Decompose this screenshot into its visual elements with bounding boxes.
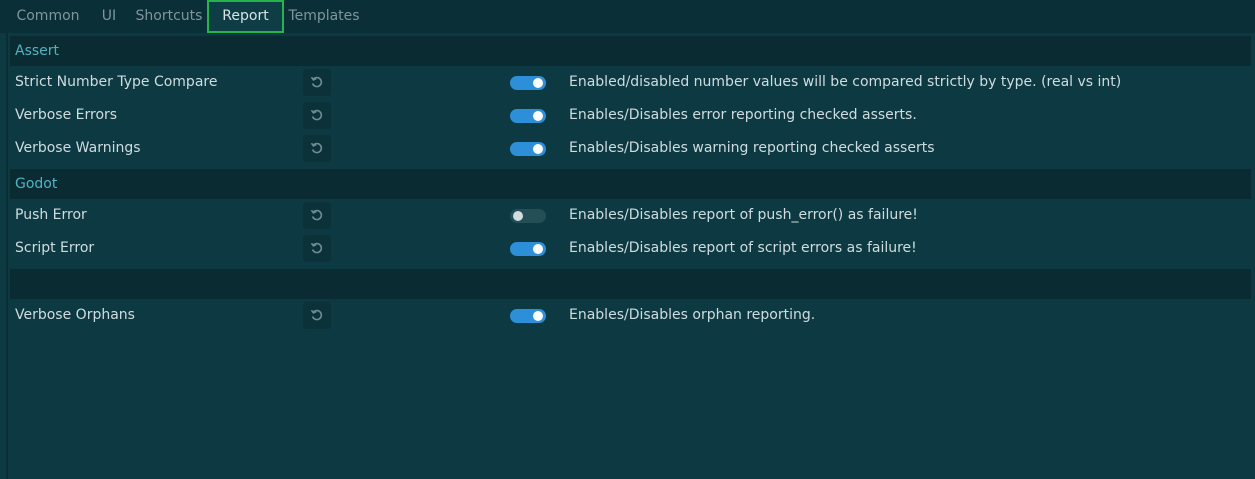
setting-row-script-error: Script Error Enables/Disables report of … <box>10 232 1251 265</box>
setting-label: Script Error <box>15 240 95 256</box>
revert-button[interactable] <box>303 302 331 329</box>
setting-label: Push Error <box>15 207 87 223</box>
revert-icon <box>310 76 323 88</box>
revert-icon <box>310 309 323 321</box>
setting-toggle[interactable] <box>510 242 546 256</box>
setting-row-push-error: Push Error Enables/Disables report of pu… <box>10 199 1251 232</box>
settings-tab-bar: Common UI Shortcuts Report Templates <box>0 0 1255 33</box>
setting-toggle[interactable] <box>510 209 546 223</box>
revert-button[interactable] <box>303 235 331 262</box>
tab-report[interactable]: Report <box>207 0 284 33</box>
setting-label: Verbose Errors <box>15 107 118 123</box>
section-header-untitled <box>10 269 1251 299</box>
revert-button[interactable] <box>303 202 331 229</box>
revert-button[interactable] <box>303 135 331 162</box>
setting-row-verbose-warnings: Verbose Warnings Enables/Disables warnin… <box>10 132 1251 165</box>
setting-description: Enabled/disabled number values will be c… <box>569 74 1122 90</box>
setting-label: Verbose Warnings <box>15 140 141 156</box>
tab-common[interactable]: Common <box>9 0 87 33</box>
setting-description: Enables/Disables warning reporting check… <box>569 140 935 156</box>
section-header-assert: Assert <box>10 36 1251 66</box>
revert-icon <box>310 209 323 221</box>
setting-toggle[interactable] <box>510 109 546 123</box>
setting-description: Enables/Disables report of script errors… <box>569 240 917 256</box>
setting-description: Enables/Disables orphan reporting. <box>569 307 816 323</box>
setting-description: Enables/Disables report of push_error() … <box>569 207 918 223</box>
setting-row-verbose-orphans: Verbose Orphans Enables/Disables orphan … <box>10 299 1251 332</box>
setting-description: Enables/Disables error reporting checked… <box>569 107 917 123</box>
revert-icon <box>310 142 323 154</box>
revert-icon <box>310 109 323 121</box>
setting-toggle[interactable] <box>510 76 546 90</box>
tab-templates[interactable]: Templates <box>284 0 364 33</box>
revert-button[interactable] <box>303 69 331 96</box>
setting-label: Strict Number Type Compare <box>15 74 218 90</box>
setting-toggle[interactable] <box>510 142 546 156</box>
setting-row-strict-number-type-compare: Strict Number Type Compare Enabled/disab… <box>10 66 1251 99</box>
revert-button[interactable] <box>303 102 331 129</box>
setting-row-verbose-errors: Verbose Errors Enables/Disables error re… <box>10 99 1251 132</box>
setting-toggle[interactable] <box>510 309 546 323</box>
tab-shortcuts[interactable]: Shortcuts <box>131 0 207 33</box>
revert-icon <box>310 242 323 254</box>
tab-ui[interactable]: UI <box>94 0 124 33</box>
setting-label: Verbose Orphans <box>15 307 135 323</box>
section-header-godot: Godot <box>10 169 1251 199</box>
